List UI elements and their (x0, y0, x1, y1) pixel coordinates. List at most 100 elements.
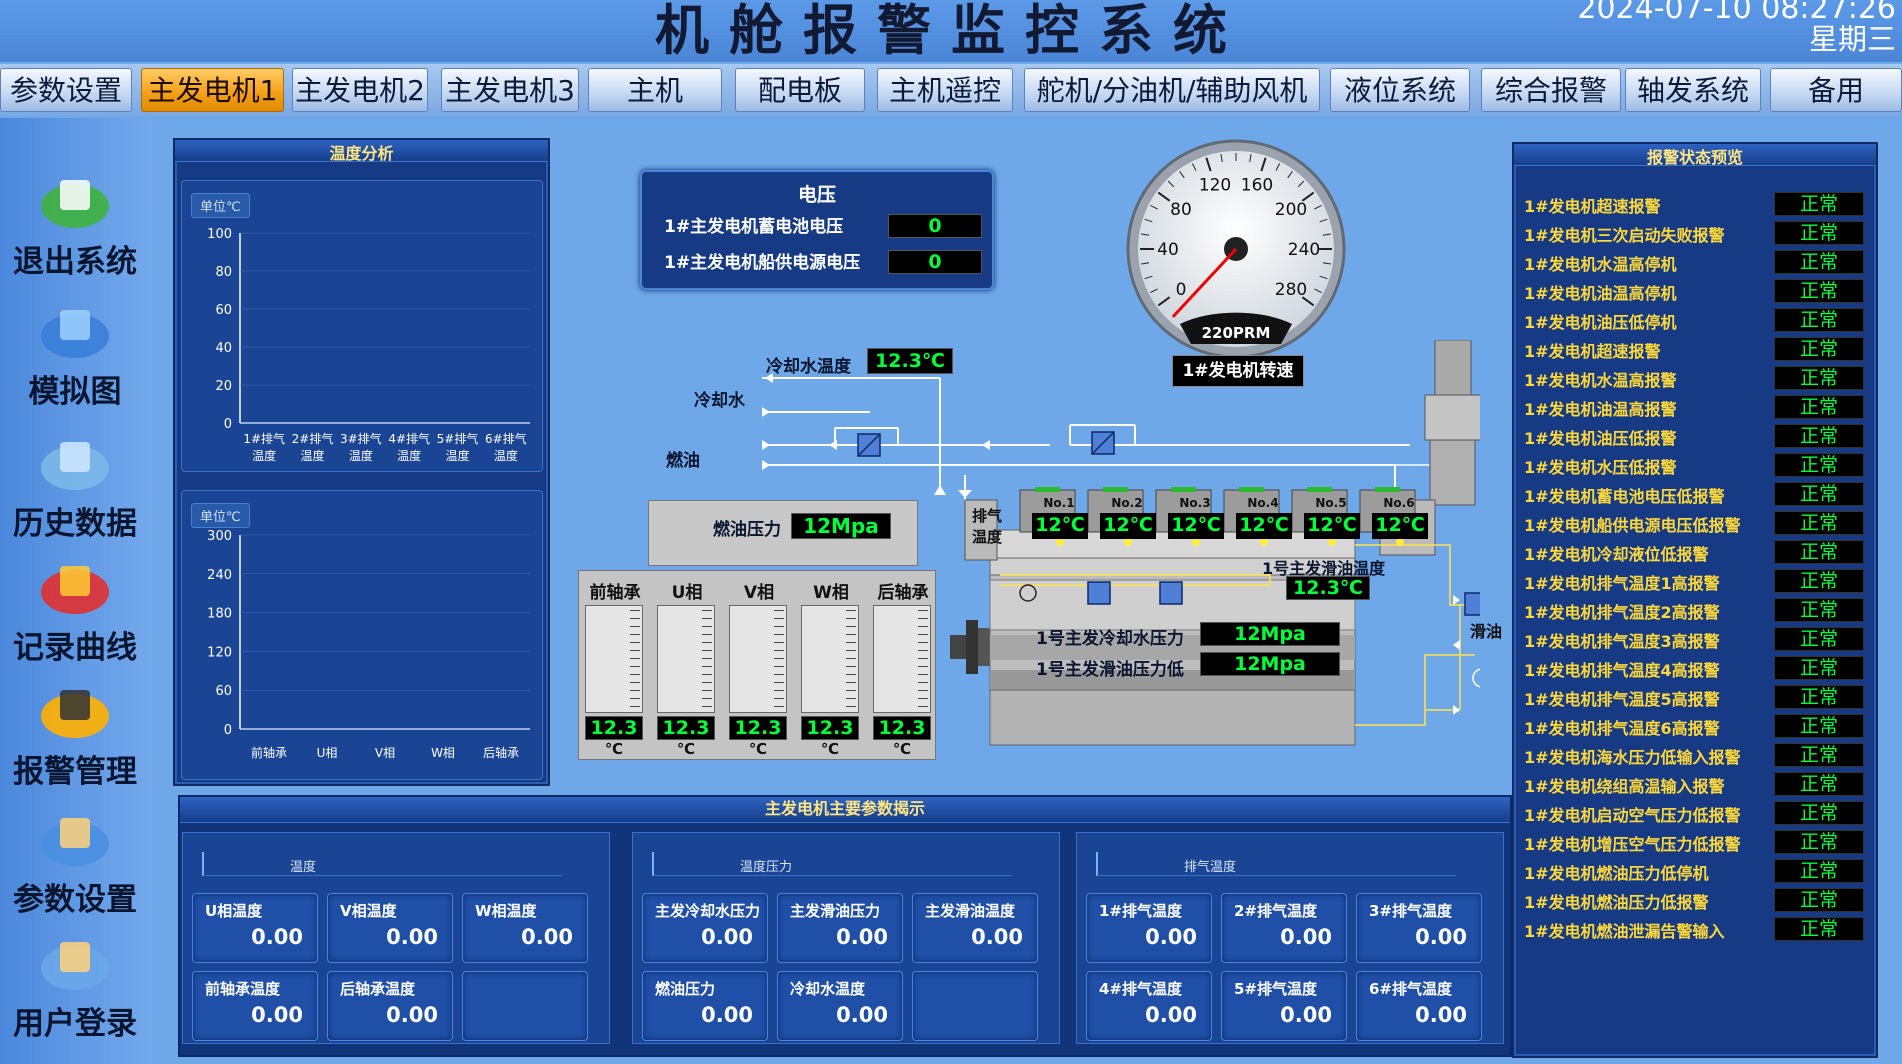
tab-11[interactable]: 备用 (1770, 68, 1902, 112)
alarm-status-15: 正常 (1774, 627, 1864, 651)
alarm-label-3: 1#发电机油温高停机 (1524, 284, 1677, 303)
param-card-1-4: 冷却水温度 0.00 (777, 971, 903, 1041)
y-tick: 60 (215, 684, 232, 699)
sidebar-label-5: 参数设置 (13, 882, 137, 918)
param-label-2-3: 4#排气温度 (1099, 980, 1183, 998)
bearing-name-3: W相 (813, 583, 849, 603)
param-group-underline-0 (202, 852, 562, 876)
y-tick: 40 (215, 341, 232, 356)
tab-10[interactable]: 轴发系统 (1625, 68, 1761, 112)
x-tick: 温度 (494, 448, 518, 463)
y-tick: 120 (207, 645, 232, 660)
weekday-text: 星期三 (1808, 22, 1896, 56)
sidebar-item-5[interactable]: 参数设置 (0, 804, 150, 919)
alarm-label-16: 1#发电机排气温度4高报警 (1524, 661, 1720, 680)
y-tick: 80 (215, 265, 232, 280)
gauge-tick: 40 (1157, 240, 1179, 260)
alarm-status-11: 正常 (1774, 511, 1864, 535)
bearing-bar-4 (873, 605, 931, 713)
alarm-label-23: 1#发电机燃油压力低停机 (1524, 864, 1709, 883)
sidebar-item-0[interactable]: 退出系统 (0, 166, 150, 281)
param-card-0-2: W相温度 0.00 (462, 893, 588, 963)
exhaust-temp-chart-svg: 100 80 60 40 20 0 1#排气温度 2#排气温度 3#排气温度 4#排气温度 5#排气… (207, 227, 530, 463)
cylinder-name-2: No.3 (1179, 496, 1211, 510)
param-card-0-4: 后轴承温度 0.00 (327, 971, 453, 1041)
x-tick: 5#排气 (437, 431, 479, 446)
lube-temp-value: 12.3℃ (1286, 576, 1370, 600)
tab-0[interactable]: 参数设置 (0, 68, 132, 112)
user-icon (30, 928, 120, 994)
alarm-label-17: 1#发电机排气温度5高报警 (1524, 690, 1720, 709)
fuel-pressure-label: 燃油压力 (713, 520, 781, 540)
x-tick: 4#排气 (388, 431, 430, 446)
gauge-tick: 160 (1241, 175, 1273, 195)
alarm-status-25: 正常 (1774, 917, 1864, 941)
ship-voltage-label: 1#主发电机船供电源电压 (664, 253, 861, 273)
fuel-label: 燃油 (666, 451, 700, 471)
x-tick: 温度 (397, 448, 421, 463)
param-card-1-3: 燃油压力 0.00 (642, 971, 768, 1041)
bearing-temp-chart: 单位℃ 300 240 180 120 60 0 前轴承 U相 V相 W相 后轴承 (181, 490, 543, 780)
tab-1[interactable]: 主发电机1 (141, 68, 284, 112)
tab-2[interactable]: 主发电机2 (292, 68, 428, 112)
alarm-status-1: 正常 (1774, 221, 1864, 245)
tab-9[interactable]: 综合报警 (1481, 68, 1621, 112)
alarm-label-22: 1#发电机增压空气压力低报警 (1524, 835, 1741, 854)
param-value-2-1: 0.00 (1280, 925, 1332, 949)
cylinder-name-0: No.1 (1043, 496, 1075, 510)
alarm-status-8: 正常 (1774, 424, 1864, 448)
param-label-1-3: 燃油压力 (655, 980, 716, 998)
alarm-status-12: 正常 (1774, 540, 1864, 564)
param-value-2-0: 0.00 (1145, 925, 1197, 949)
tab-4[interactable]: 主机 (588, 68, 722, 112)
sidebar-item-4[interactable]: 报警管理 (0, 676, 150, 791)
exhaust-temp-label: 排气 温度 (972, 507, 1003, 546)
sidebar-item-6[interactable]: 用户登录 (0, 928, 150, 1043)
param-card-2-1: 2#排气温度 0.00 (1221, 893, 1347, 963)
date-text: 2024-07-10 08:27:26 (1577, 0, 1896, 26)
cool-press-value: 12Mpa (1200, 622, 1340, 646)
alarm-status-13: 正常 (1774, 569, 1864, 593)
alarm-label-12: 1#发电机冷却液位低报警 (1524, 545, 1709, 564)
alarm-label-4: 1#发电机油压低停机 (1524, 313, 1677, 332)
param-value-0-1: 0.00 (386, 925, 438, 949)
alarm-label-5: 1#发电机超速报警 (1524, 342, 1661, 361)
x-tick: W相 (431, 746, 455, 760)
alarm-status-16: 正常 (1774, 656, 1864, 680)
bearing-bar-0 (585, 605, 643, 713)
x-tick: 温度 (349, 448, 373, 463)
tab-5[interactable]: 配电板 (735, 68, 865, 112)
sidebar-label-1: 模拟图 (28, 374, 122, 410)
cylinder-name-5: No.6 (1383, 496, 1415, 510)
param-card-2-2: 3#排气温度 0.00 (1356, 893, 1482, 963)
param-value-0-2: 0.00 (521, 925, 573, 949)
x-tick: 后轴承 (483, 745, 519, 760)
sidebar-item-1[interactable]: 模拟图 (0, 296, 150, 411)
param-label-1-2: 主发滑油温度 (925, 902, 1016, 920)
x-tick: 6#排气 (485, 431, 527, 446)
alarm-label-10: 1#发电机蓄电池电压低报警 (1524, 487, 1725, 506)
param-label-2-0: 1#排气温度 (1099, 902, 1183, 920)
diagram-icon (30, 296, 120, 362)
y-tick: 20 (215, 379, 232, 394)
param-value-2-5: 0.00 (1415, 1003, 1467, 1027)
alarm-status-19: 正常 (1774, 743, 1864, 767)
bearing-name-1: U相 (671, 583, 703, 603)
sidebar-item-2[interactable]: 历史数据 (0, 428, 150, 543)
cool-press-label: 1号主发冷却水压力 (1036, 629, 1184, 649)
alarm-label-1: 1#发电机三次启动失败报警 (1524, 226, 1725, 245)
tab-7[interactable]: 舵机/分油机/辅助风机 (1024, 68, 1320, 112)
param-label-1-4: 冷却水温度 (790, 980, 866, 998)
alarm-status-6: 正常 (1774, 366, 1864, 390)
param-label-2-1: 2#排气温度 (1234, 902, 1318, 920)
y-tick: 180 (207, 607, 232, 622)
sidebar-item-3[interactable]: 记录曲线 (0, 552, 150, 667)
bearing-unit-1: ℃ (676, 740, 696, 758)
tab-8[interactable]: 液位系统 (1330, 68, 1470, 112)
bearing-value-3: 12.3 (801, 716, 859, 740)
param-label-2-2: 3#排气温度 (1369, 902, 1453, 920)
param-card-0-3: 前轴承温度 0.00 (192, 971, 318, 1041)
tab-6[interactable]: 主机遥控 (877, 68, 1013, 112)
gauge-tick: 280 (1275, 280, 1307, 300)
tab-3[interactable]: 主发电机3 (441, 68, 579, 112)
